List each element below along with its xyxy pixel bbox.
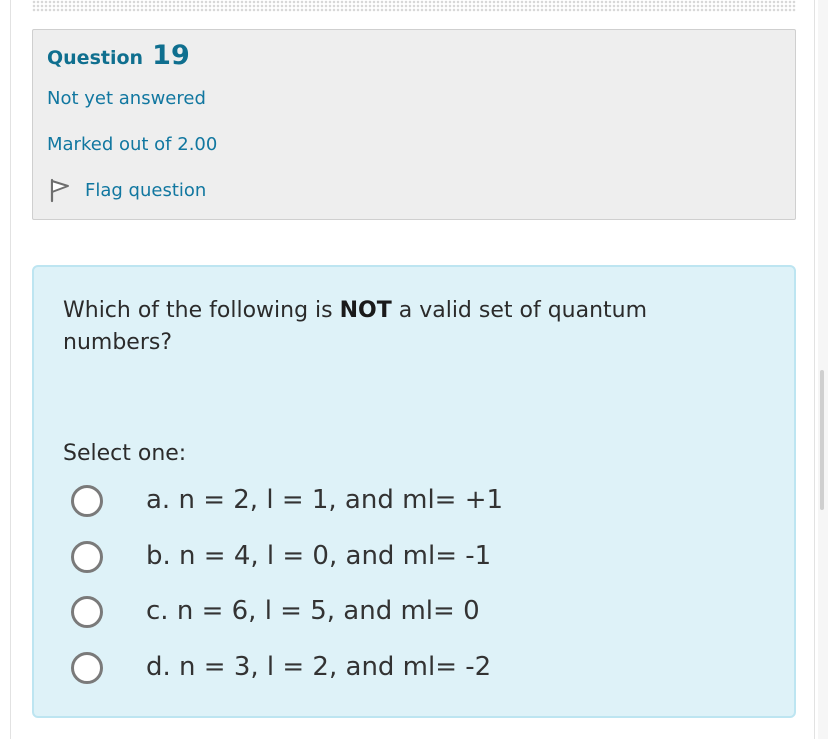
- question-info-panel: Question 19 Not yet answered Marked out …: [32, 29, 796, 220]
- answer-option-d[interactable]: d. n = 3, l = 2, and ml= -2: [34, 646, 794, 690]
- answer-option-label[interactable]: b. n = 4, l = 0, and ml= -1: [146, 539, 491, 573]
- dotted-divider: [32, 0, 796, 12]
- radio-button-a[interactable]: [71, 485, 103, 517]
- flag-question-button[interactable]: Flag question: [47, 176, 206, 204]
- frame-left-border: [10, 0, 11, 739]
- radio-button-b[interactable]: [71, 541, 103, 573]
- answer-option-label[interactable]: a. n = 2, l = 1, and ml= +1: [146, 483, 503, 517]
- frame-right-border: [814, 0, 815, 739]
- answer-option-label[interactable]: d. n = 3, l = 2, and ml= -2: [146, 650, 491, 684]
- flag-icon: [47, 177, 73, 203]
- question-heading: Question 19: [47, 40, 190, 71]
- question-text: Which of the following is NOT a valid se…: [63, 295, 763, 359]
- answer-prompt: Select one:: [63, 441, 187, 466]
- question-label: Question: [47, 47, 144, 69]
- radio-button-d[interactable]: [71, 652, 103, 684]
- question-text-before: Which of the following is: [63, 298, 340, 323]
- question-state: Not yet answered: [47, 88, 206, 109]
- question-number: 19: [152, 40, 190, 71]
- answer-option-a[interactable]: a. n = 2, l = 1, and ml= +1: [34, 479, 794, 523]
- scrollbar-thumb[interactable]: [820, 370, 824, 510]
- question-grade: Marked out of 2.00: [47, 134, 218, 155]
- question-text-emphasis: NOT: [339, 298, 392, 323]
- question-content-panel: Which of the following is NOT a valid se…: [32, 265, 796, 718]
- answer-option-b[interactable]: b. n = 4, l = 0, and ml= -1: [34, 535, 794, 579]
- flag-question-label: Flag question: [85, 179, 207, 201]
- answer-option-label[interactable]: c. n = 6, l = 5, and ml= 0: [146, 594, 480, 628]
- radio-button-c[interactable]: [71, 596, 103, 628]
- answer-option-c[interactable]: c. n = 6, l = 5, and ml= 0: [34, 590, 794, 634]
- quiz-page: Question 19 Not yet answered Marked out …: [0, 0, 828, 739]
